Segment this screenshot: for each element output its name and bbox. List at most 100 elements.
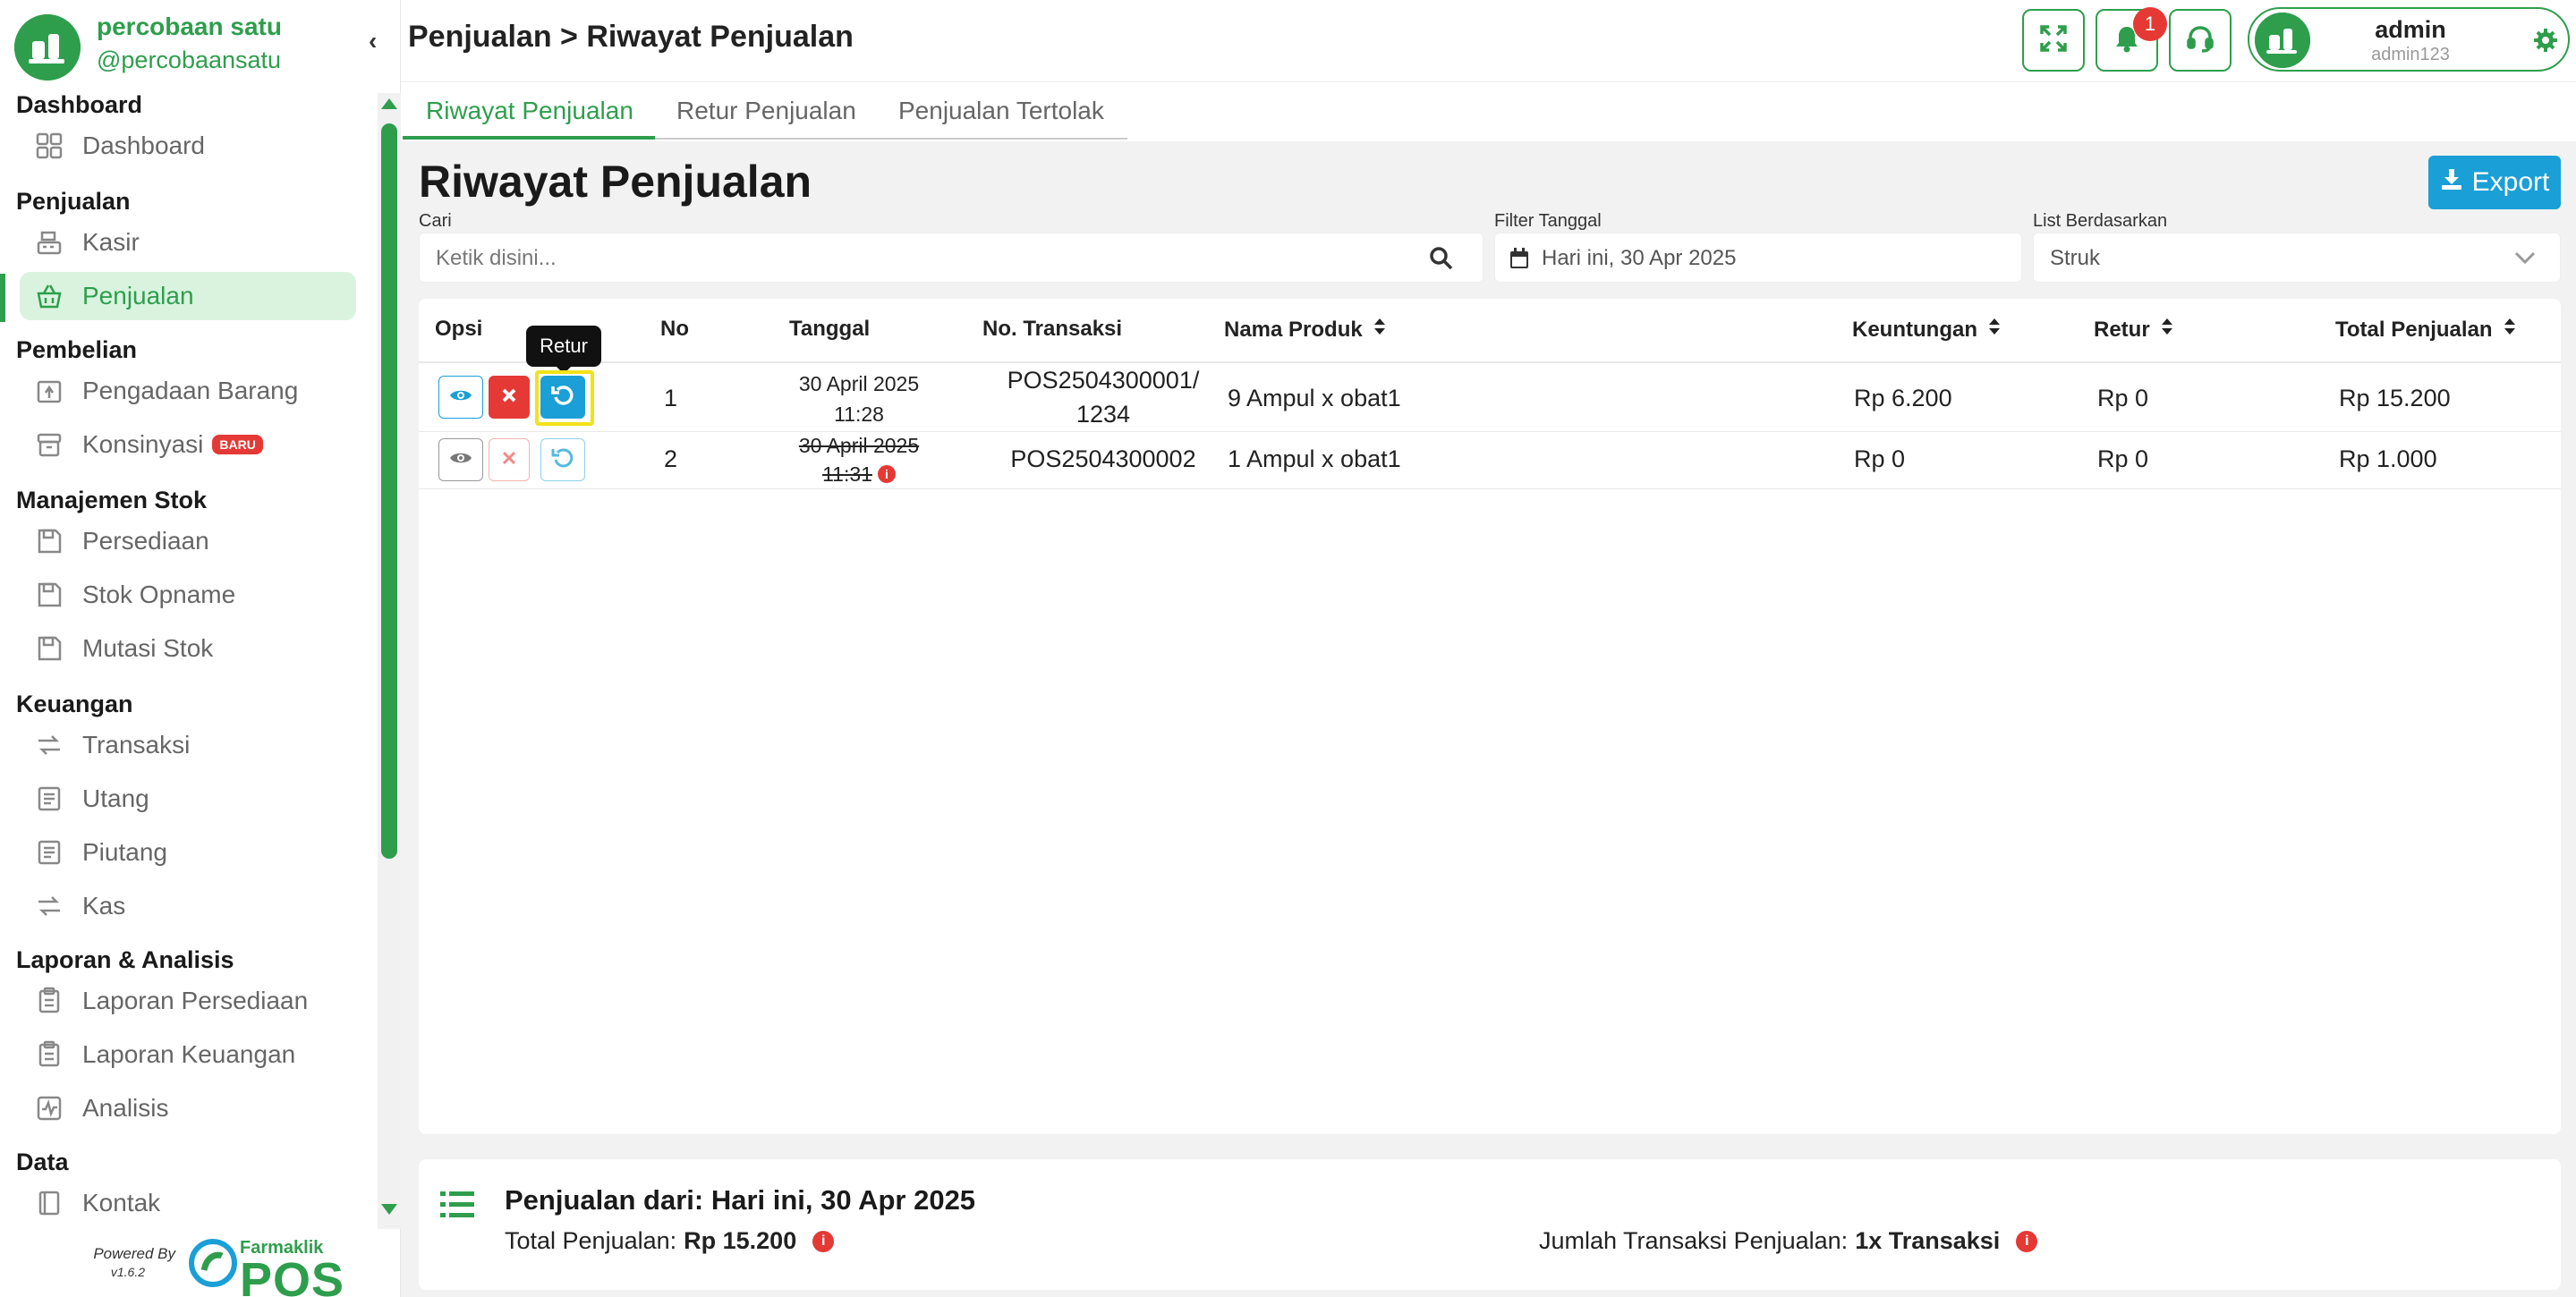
summary-count-value: 1x Transaksi (1855, 1227, 2001, 1254)
export-label: Export (2471, 167, 2550, 197)
col-header-label: Retur (2094, 317, 2150, 342)
sidebar-item-kasir[interactable]: Kasir (20, 218, 356, 267)
col-header-keuntungan[interactable]: Keuntungan (1852, 317, 2001, 343)
chart-line-icon (34, 1093, 64, 1123)
sidebar-item-mutasi-stok[interactable]: Mutasi Stok (20, 624, 356, 673)
user-menu[interactable]: admin admin123 (2248, 7, 2570, 72)
collapse-sidebar-button[interactable]: ‹ (369, 27, 377, 55)
sort-icon (2161, 317, 2173, 343)
search-label: Cari (419, 211, 452, 231)
sidebar-item-label: Laporan Keuangan (82, 1040, 296, 1068)
col-header-tanggal: Tanggal (789, 317, 871, 341)
sidebar-item-konsinyasi[interactable]: Konsinyasi BARU (20, 420, 356, 469)
breadcrumb: Penjualan > Riwayat Penjualan (408, 20, 854, 54)
col-header-total-penjualan[interactable]: Total Penjualan (2335, 317, 2516, 343)
close-icon (501, 450, 517, 470)
sidebar-item-dashboard[interactable]: Dashboard (20, 122, 356, 170)
search-icon[interactable] (1429, 246, 1454, 276)
col-header-nama-produk[interactable]: Nama Produk (1224, 317, 1386, 343)
search-box (419, 233, 1484, 283)
sidebar-item-label: Stok Opname (82, 581, 236, 608)
retur-button[interactable] (540, 438, 585, 481)
view-button[interactable] (438, 438, 483, 481)
sidebar-item-stok-opname[interactable]: Stok Opname (20, 571, 356, 619)
cell-total: Rp 15.200 (2339, 385, 2451, 411)
cell-trx-line1: POS2504300001/ (1007, 367, 1200, 394)
exchange-icon (34, 891, 64, 921)
cell-no: 1 (664, 385, 678, 411)
sidebar-item-kas[interactable]: Kas (20, 882, 356, 930)
search-input[interactable] (436, 242, 1402, 275)
scroll-down-icon[interactable] (381, 1204, 397, 1215)
summary-total-value: Rp 15.200 (684, 1227, 797, 1254)
nav-section-manajemen-stok: Manajemen Stok (16, 487, 208, 513)
tab-divider (655, 138, 1127, 140)
sidebar-item-laporan-persediaan[interactable]: Laporan Persediaan (20, 977, 356, 1025)
cell-time: 11:31 (822, 462, 872, 486)
sidebar-item-transaksi[interactable]: Transaksi (20, 721, 356, 769)
active-tab-indicator (403, 136, 655, 140)
list-icon (440, 1190, 474, 1218)
sidebar-item-pengadaan-barang[interactable]: Pengadaan Barang (20, 367, 356, 415)
tab-retur-penjualan[interactable]: Retur Penjualan (676, 97, 856, 125)
info-icon[interactable]: i (877, 465, 896, 483)
nav-section-dashboard: Dashboard (16, 91, 143, 118)
sidebar-scroll-thumb[interactable] (381, 123, 397, 859)
sidebar-item-analisis[interactable]: Analisis (20, 1084, 356, 1132)
col-header-label: Nama Produk (1224, 317, 1363, 342)
cancel-button[interactable] (489, 438, 530, 481)
sidebar-item-piutang[interactable]: Piutang (20, 828, 356, 877)
basket-icon (34, 281, 64, 311)
list-by-value: Struk (2050, 246, 2101, 270)
summary-count-label: Jumlah Transaksi Penjualan: (1539, 1227, 1849, 1254)
sidebar-item-laporan-keuangan[interactable]: Laporan Keuangan (20, 1030, 356, 1079)
box-in-icon (34, 376, 64, 406)
archive-icon (34, 429, 64, 460)
info-icon[interactable]: i (812, 1230, 835, 1252)
export-button[interactable]: Export (2428, 156, 2561, 209)
sidebar-item-label: Piutang (82, 838, 167, 866)
cell-no-transaksi: POS2504300002 (1010, 445, 1196, 472)
view-button[interactable] (438, 376, 483, 419)
sidebar-item-label: Mutasi Stok (82, 634, 214, 662)
sidebar-item-penjualan[interactable]: Penjualan (20, 272, 356, 320)
store-handle: @percobaansatu (97, 47, 282, 73)
scroll-up-icon[interactable] (381, 98, 397, 109)
sidebar-item-persediaan[interactable]: Persediaan (20, 517, 356, 565)
col-header-retur[interactable]: Retur (2094, 317, 2173, 343)
support-button[interactable] (2169, 9, 2232, 72)
sidebar-item-kontak[interactable]: Kontak (20, 1179, 356, 1227)
sales-history-table: Opsi No Tanggal No. Transaksi Nama Produ… (419, 299, 2561, 1134)
cell-no-transaksi: POS2504300001/ 1234 (973, 363, 1233, 431)
summary-total: Total Penjualan: Rp 15.200 i (505, 1227, 835, 1255)
fullscreen-button[interactable] (2022, 9, 2085, 72)
new-badge: BARU (212, 435, 263, 454)
retur-tooltip: Retur (526, 326, 601, 367)
cash-register-icon (34, 227, 64, 258)
summary-title: Penjualan dari: Hari ini, 30 Apr 2025 (505, 1184, 976, 1216)
active-indicator (0, 274, 5, 322)
headset-icon (2185, 23, 2215, 58)
brand-header: percobaan satu @percobaansatu ‹ (0, 0, 401, 82)
cancel-button[interactable] (489, 376, 530, 419)
tab-riwayat-penjualan[interactable]: Riwayat Penjualan (426, 97, 633, 125)
user-name: admin (2375, 16, 2446, 43)
cell-nama-produk: 9 Ampul x obat1 (1228, 385, 1401, 411)
receipt-icon (34, 837, 64, 868)
nav-section-data: Data (16, 1149, 69, 1175)
grid-icon (34, 131, 64, 161)
col-header-opsi: Opsi (435, 317, 483, 341)
sidebar-item-label: Dashboard (82, 131, 205, 159)
date-filter-input[interactable]: Hari ini, 30 Apr 2025 (1494, 233, 2022, 283)
info-icon[interactable]: i (2016, 1230, 2038, 1252)
sidebar-item-utang[interactable]: Utang (20, 775, 356, 823)
page-title: Riwayat Penjualan (419, 157, 812, 207)
sidebar-item-label: Analisis (82, 1094, 169, 1122)
list-by-select[interactable]: Struk (2033, 233, 2561, 283)
nav-section-penjualan: Penjualan (16, 188, 131, 215)
tab-penjualan-tertolak[interactable]: Penjualan Tertolak (898, 97, 1104, 125)
summary-total-label: Total Penjualan: (505, 1227, 677, 1254)
sidebar-item-label: Transaksi (82, 731, 191, 759)
gear-icon[interactable] (2532, 27, 2559, 54)
expand-icon (2038, 23, 2069, 58)
